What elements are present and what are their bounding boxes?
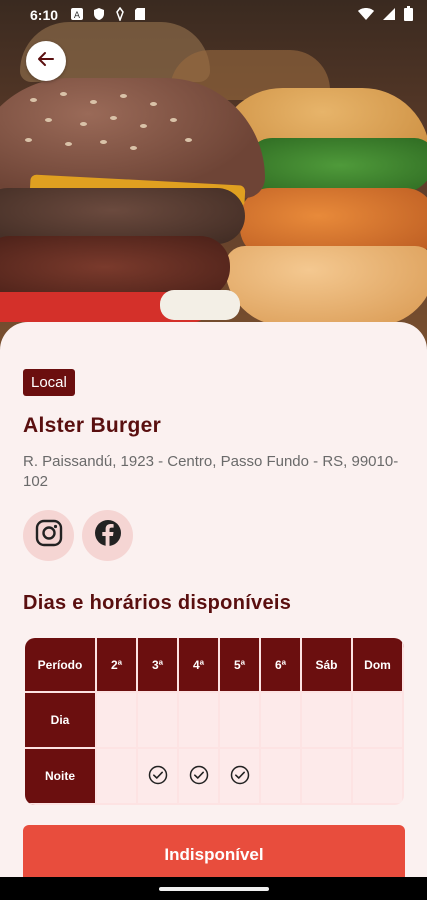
schedule-cell: [302, 749, 353, 805]
check-circle-icon: [189, 765, 209, 788]
check-circle-icon: [230, 765, 250, 788]
schedule-table: Período 2ª 3ª 4ª 5ª 6ª Sáb Dom Dia Noite: [25, 638, 404, 805]
svg-text:A: A: [74, 11, 81, 21]
gesture-nav-bar: [0, 877, 427, 900]
arrow-left-icon: [37, 50, 55, 73]
signal-icon: [382, 7, 396, 24]
wifi-icon: [358, 7, 374, 24]
home-gesture-handle[interactable]: [158, 886, 269, 891]
schedule-title: Dias e horários disponíveis: [23, 592, 292, 614]
schedule-cell: [220, 693, 261, 749]
schedule-cell: [138, 693, 179, 749]
header-dom: Dom: [353, 638, 404, 693]
place-title: Alster Burger: [23, 414, 162, 437]
schedule-cell: [353, 693, 404, 749]
schedule-header-row: Período 2ª 3ª 4ª 5ª 6ª Sáb Dom: [25, 638, 404, 693]
schedule-cell: [353, 749, 404, 805]
header-ter: 3ª: [138, 638, 179, 693]
category-badge: Local: [23, 369, 75, 396]
schedule-cell: [179, 749, 220, 805]
schedule-cell: [302, 693, 353, 749]
battery-icon: [404, 6, 413, 24]
header-seg: 2ª: [97, 638, 138, 693]
schedule-row-noite: Noite: [25, 749, 404, 805]
social-links: [23, 510, 133, 561]
notification-icon: A: [70, 7, 84, 24]
details-sheet: Local Alster Burger R. Paissandú, 1923 -…: [0, 322, 427, 885]
schedule-cell: [261, 693, 302, 749]
header-sab: Sáb: [302, 638, 353, 693]
facebook-icon: [94, 519, 122, 552]
schedule-cell: [220, 749, 261, 805]
header-sex: 6ª: [261, 638, 302, 693]
shield-icon: [92, 7, 106, 24]
schedule-cell: [97, 693, 138, 749]
header-qui: 5ª: [220, 638, 261, 693]
schedule-cell: [261, 749, 302, 805]
row-label-dia: Dia: [25, 693, 97, 749]
instagram-button[interactable]: [23, 510, 74, 561]
sd-card-icon: [134, 7, 146, 24]
schedule-cell: [138, 749, 179, 805]
status-time: 6:10: [30, 7, 59, 23]
header-qua: 4ª: [179, 638, 220, 693]
schedule-cell: [179, 693, 220, 749]
status-bar: 6:10 A: [0, 0, 427, 30]
usb-icon: [114, 6, 126, 24]
schedule-cell: [97, 749, 138, 805]
unavailable-button[interactable]: Indisponível: [23, 825, 405, 885]
place-address: R. Paissandú, 1923 - Centro, Passo Fundo…: [23, 453, 399, 490]
row-label-noite: Noite: [25, 749, 97, 805]
header-periodo: Período: [25, 638, 97, 693]
facebook-button[interactable]: [82, 510, 133, 561]
schedule-row-dia: Dia: [25, 693, 404, 749]
instagram-icon: [35, 519, 63, 552]
back-button[interactable]: [26, 41, 66, 81]
check-circle-icon: [148, 765, 168, 788]
